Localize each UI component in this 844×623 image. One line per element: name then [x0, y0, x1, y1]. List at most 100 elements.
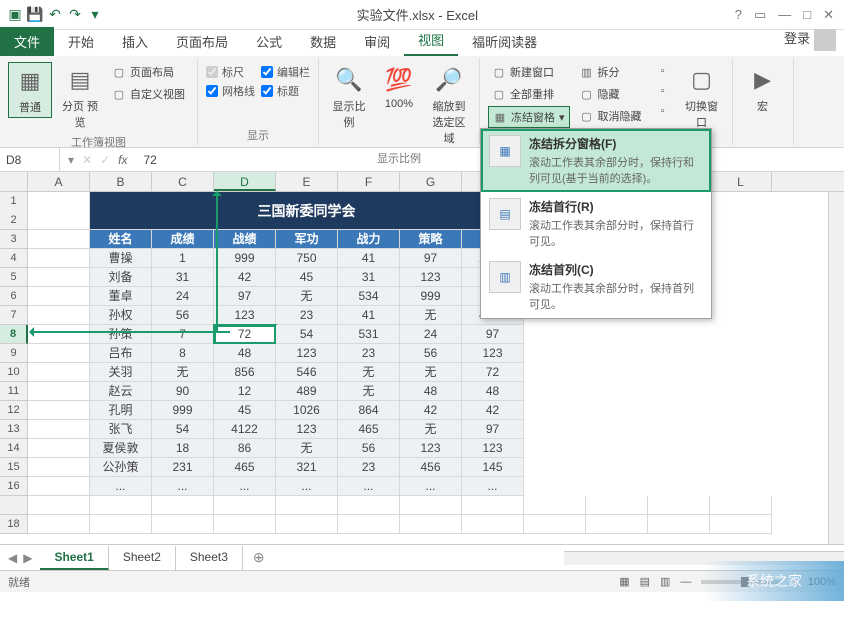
col-header-D[interactable]: D: [214, 172, 276, 191]
macro-button[interactable]: ▶宏: [741, 62, 785, 116]
col-header-C[interactable]: C: [152, 172, 214, 191]
ribbon-display-icon[interactable]: ▭: [754, 7, 766, 23]
data-cell[interactable]: 54: [276, 325, 338, 344]
data-cell[interactable]: 465: [214, 458, 276, 477]
table-header[interactable]: 姓名: [90, 230, 152, 249]
data-cell[interactable]: 无: [400, 306, 462, 325]
col-header-L[interactable]: L: [710, 172, 772, 191]
cell[interactable]: [28, 249, 90, 268]
cell[interactable]: [338, 515, 400, 534]
row-header-10[interactable]: 10: [0, 363, 28, 382]
data-cell[interactable]: 97: [462, 420, 524, 439]
row-header-7[interactable]: 7: [0, 306, 28, 325]
data-cell[interactable]: 123: [276, 344, 338, 363]
cell[interactable]: [90, 515, 152, 534]
custom-view-button[interactable]: ▢自定义视图: [108, 84, 189, 104]
data-cell[interactable]: 231: [152, 458, 214, 477]
cell[interactable]: [28, 325, 90, 344]
data-cell[interactable]: 4122: [214, 420, 276, 439]
row-header-18[interactable]: 18: [0, 515, 28, 534]
cell[interactable]: [462, 496, 524, 515]
data-cell[interactable]: 123: [214, 306, 276, 325]
data-cell[interactable]: 42: [462, 401, 524, 420]
col-header-G[interactable]: G: [400, 172, 462, 191]
select-all-cell[interactable]: [0, 172, 28, 191]
data-cell[interactable]: 刘备: [90, 268, 152, 287]
cell[interactable]: [710, 515, 772, 534]
col-header-A[interactable]: A: [28, 172, 90, 191]
data-cell[interactable]: 546: [276, 363, 338, 382]
data-cell[interactable]: 534: [338, 287, 400, 306]
row-header-4[interactable]: 4: [0, 249, 28, 268]
cell[interactable]: [462, 515, 524, 534]
tab-file[interactable]: 文件: [0, 27, 54, 56]
data-cell[interactable]: 31: [152, 268, 214, 287]
cell[interactable]: [214, 515, 276, 534]
cell[interactable]: [276, 496, 338, 515]
row-header-11[interactable]: 11: [0, 382, 28, 401]
table-header[interactable]: 战力: [338, 230, 400, 249]
data-cell[interactable]: 41: [338, 249, 400, 268]
data-cell[interactable]: 董卓: [90, 287, 152, 306]
cell[interactable]: [28, 401, 90, 420]
save-icon[interactable]: 💾: [26, 6, 44, 24]
table-header[interactable]: 策略: [400, 230, 462, 249]
row-header-14[interactable]: 14: [0, 439, 28, 458]
data-cell[interactable]: ...: [338, 477, 400, 496]
view-normal-icon[interactable]: ▦: [619, 575, 629, 588]
cell[interactable]: [524, 496, 586, 515]
data-cell[interactable]: 张飞: [90, 420, 152, 439]
data-cell[interactable]: 999: [214, 249, 276, 268]
data-cell[interactable]: 8: [152, 344, 214, 363]
data-cell[interactable]: 123: [276, 420, 338, 439]
data-cell[interactable]: 31: [338, 268, 400, 287]
data-cell[interactable]: 曹操: [90, 249, 152, 268]
data-cell[interactable]: 999: [400, 287, 462, 306]
view-pagelayout-icon[interactable]: ▤: [640, 575, 650, 588]
data-cell[interactable]: ...: [214, 477, 276, 496]
cancel-icon[interactable]: ✕: [82, 153, 92, 167]
cell[interactable]: [28, 192, 90, 230]
data-cell[interactable]: 45: [214, 401, 276, 420]
zoom-button[interactable]: 🔍显示比例: [327, 62, 371, 132]
data-cell[interactable]: 489: [276, 382, 338, 401]
data-cell[interactable]: 吕布: [90, 344, 152, 363]
qat-dropdown-icon[interactable]: ▾: [86, 6, 104, 24]
zoom-100-button[interactable]: 💯100%: [377, 62, 421, 112]
cell[interactable]: [152, 515, 214, 534]
data-cell[interactable]: 23: [276, 306, 338, 325]
data-cell[interactable]: 145: [462, 458, 524, 477]
cell[interactable]: [710, 496, 772, 515]
sheet-nav-next-icon[interactable]: ▶: [23, 551, 32, 565]
tab-data[interactable]: 数据: [296, 27, 350, 56]
data-cell[interactable]: 赵云: [90, 382, 152, 401]
data-cell[interactable]: 72: [462, 363, 524, 382]
gridlines-checkbox[interactable]: 网格线: [206, 83, 255, 99]
cell[interactable]: [90, 496, 152, 515]
data-cell[interactable]: 42: [400, 401, 462, 420]
data-cell[interactable]: 无: [400, 363, 462, 382]
data-cell[interactable]: 7: [152, 325, 214, 344]
data-cell[interactable]: 45: [276, 268, 338, 287]
freeze-first-col-option[interactable]: ▥ 冻结首列(C)滚动工作表其余部分时，保持首列可见。: [481, 255, 711, 318]
undo-icon[interactable]: ↶: [46, 6, 64, 24]
unhide-button[interactable]: ▢取消隐藏: [576, 106, 646, 126]
page-layout-button[interactable]: ▢页面布局: [108, 62, 189, 82]
cell[interactable]: [338, 496, 400, 515]
row-header-9[interactable]: 9: [0, 344, 28, 363]
row-header-5[interactable]: 5: [0, 268, 28, 287]
tab-start[interactable]: 开始: [54, 27, 108, 56]
data-cell[interactable]: 56: [152, 306, 214, 325]
row-header-17[interactable]: [0, 496, 28, 515]
data-cell[interactable]: ...: [152, 477, 214, 496]
data-cell[interactable]: 856: [214, 363, 276, 382]
data-cell[interactable]: 97: [400, 249, 462, 268]
data-cell[interactable]: 54: [152, 420, 214, 439]
zoom-in-icon[interactable]: +: [791, 576, 797, 588]
tab-foxit[interactable]: 福昕阅读器: [458, 27, 551, 56]
data-cell[interactable]: 97: [214, 287, 276, 306]
data-cell[interactable]: 531: [338, 325, 400, 344]
headings-checkbox[interactable]: 标题: [261, 83, 310, 99]
cell[interactable]: [648, 515, 710, 534]
tab-insert[interactable]: 插入: [108, 27, 162, 56]
